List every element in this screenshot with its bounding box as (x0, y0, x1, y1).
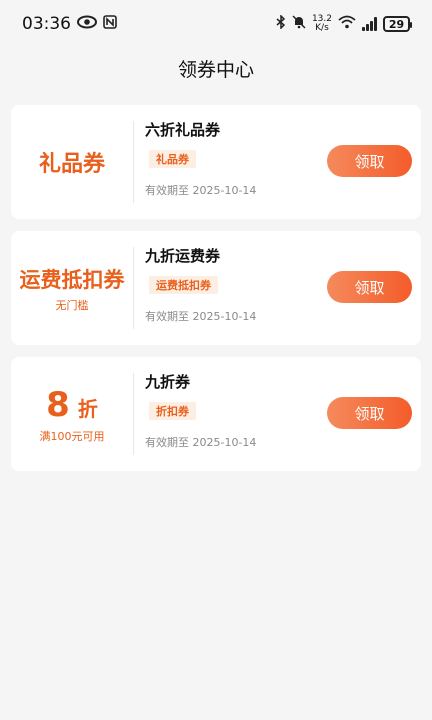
discount-number: 8 (46, 384, 70, 425)
status-bar: 03:36 13.2 K/s 29 (0, 0, 432, 48)
wifi-icon (338, 15, 356, 33)
coupon-info: 六折礼品券 礼品券 有效期至 2025-10-14 (145, 119, 256, 198)
mute-icon (292, 15, 306, 33)
coupon-validity: 有效期至 2025-10-14 (145, 436, 257, 449)
coupon-tag: 运费抵扣券 (149, 276, 218, 294)
claim-button[interactable]: 领取 (327, 271, 412, 303)
coupon-badge: 礼品券 (11, 105, 133, 219)
coupon-name: 九折运费券 (145, 247, 221, 265)
coupon-validity: 有效期至 2025-10-14 (145, 310, 257, 323)
coupon-name: 九折券 (145, 373, 191, 391)
coupon-badge-subtitle: 满100元可用 (39, 429, 105, 443)
discount-value-row: 8 折 (46, 385, 98, 425)
coupon-info: 九折券 折扣券 有效期至 2025-10-14 (145, 371, 256, 450)
network-speed-unit: K/s (315, 23, 329, 33)
coupon-card: 礼品券 六折礼品券 礼品券 有效期至 2025-10-14 领取 (11, 105, 421, 219)
network-speed: 13.2 K/s (312, 15, 332, 33)
discount-unit: 折 (77, 396, 98, 421)
coupon-card: 运费抵扣券 无门槛 九折运费券 运费抵扣券 有效期至 2025-10-14 领取 (11, 231, 421, 345)
coupon-badge-subtitle: 无门槛 (55, 298, 89, 312)
coupon-badge: 8 折 满100元可用 (11, 357, 133, 471)
signal-icon (362, 17, 377, 31)
eye-icon (77, 14, 97, 34)
divider (133, 121, 134, 203)
coupon-validity: 有效期至 2025-10-14 (145, 184, 257, 197)
page-title: 领券中心 (177, 59, 254, 81)
coupon-tag: 折扣券 (149, 402, 196, 420)
coupon-tag: 礼品券 (149, 150, 196, 168)
claim-button[interactable]: 领取 (327, 397, 412, 429)
divider (133, 247, 134, 329)
coupon-info: 九折运费券 运费抵扣券 有效期至 2025-10-14 (145, 245, 256, 324)
coupon-list: 礼品券 六折礼品券 礼品券 有效期至 2025-10-14 领取 运费抵扣券 无… (11, 105, 421, 483)
status-time: 03:36 (22, 14, 71, 34)
coupon-card: 8 折 满100元可用 九折券 折扣券 有效期至 2025-10-14 领取 (11, 357, 421, 471)
coupon-name: 六折礼品券 (145, 121, 221, 139)
coupon-badge-title: 礼品券 (38, 152, 105, 177)
nfc-icon (103, 14, 117, 34)
claim-button[interactable]: 领取 (327, 145, 412, 177)
bluetooth-icon (276, 14, 286, 33)
battery-icon: 29 (383, 16, 412, 32)
coupon-badge-title: 运费抵扣券 (19, 267, 125, 292)
divider (133, 373, 134, 455)
coupon-badge: 运费抵扣券 无门槛 (11, 231, 133, 345)
